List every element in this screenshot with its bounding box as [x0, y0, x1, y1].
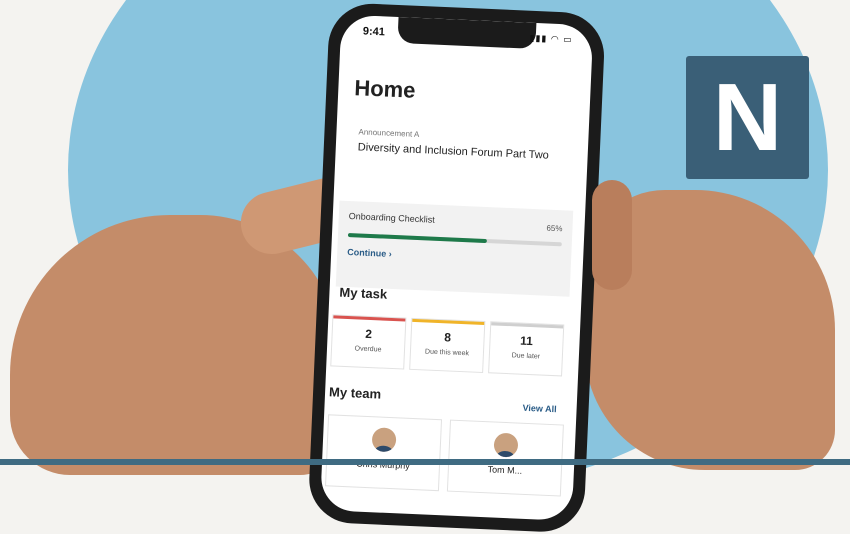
task-label: Overdue: [354, 345, 382, 354]
checklist-percent: 65%: [546, 223, 563, 234]
task-card-due-this-week[interactable]: 8 Due this week: [409, 317, 486, 374]
task-count: 11: [519, 333, 534, 349]
footer-bar: [0, 459, 850, 465]
page-title: Home: [353, 75, 417, 103]
announcement-card[interactable]: Announcement A Diversity and Inclusion F…: [347, 119, 594, 174]
task-bar-due-later: [491, 322, 564, 329]
checklist-progress-track: [347, 232, 562, 247]
team-list: Chris Murphy Tom M...: [325, 414, 564, 497]
task-bar-due-this-week: [412, 318, 485, 326]
view-all-link[interactable]: View All: [522, 403, 556, 414]
my-team-title: My team: [328, 384, 382, 402]
right-fingers: [592, 180, 632, 290]
task-label: Due later: [511, 352, 541, 361]
brand-logo: N: [686, 56, 809, 179]
phone-screen: 9:41 ▮▮▮ ◠ ▭ Home Announcement A Diversi…: [319, 14, 594, 522]
continue-link[interactable]: Continue ›: [347, 247, 392, 259]
status-icons: ▮▮▮ ◠ ▭: [529, 32, 573, 45]
team-member-card[interactable]: Chris Murphy: [325, 414, 443, 492]
task-summary: 2 Overdue 8 Due this week 11 Due later: [330, 314, 565, 377]
avatar: [371, 427, 397, 453]
more-icon[interactable]: ···: [592, 144, 594, 171]
task-count: 8: [443, 330, 452, 345]
my-task-title: My task: [339, 284, 388, 302]
checklist-progress-fill: [347, 232, 488, 244]
checklist-title: Onboarding Checklist: [348, 211, 435, 225]
task-label: Due this week: [424, 348, 470, 358]
status-time: 9:41: [362, 25, 386, 39]
task-card-due-later[interactable]: 11 Due later: [488, 321, 565, 377]
task-count: 2: [365, 326, 373, 342]
left-hand: [10, 215, 340, 475]
phone: 9:41 ▮▮▮ ◠ ▭ Home Announcement A Diversi…: [307, 1, 606, 534]
phone-notch: [397, 16, 537, 49]
avatar: [493, 432, 519, 458]
onboarding-checklist-card[interactable]: Onboarding Checklist 65% Continue ›: [335, 200, 574, 297]
task-bar-overdue: [333, 315, 406, 322]
task-card-overdue[interactable]: 2 Overdue: [330, 314, 407, 370]
